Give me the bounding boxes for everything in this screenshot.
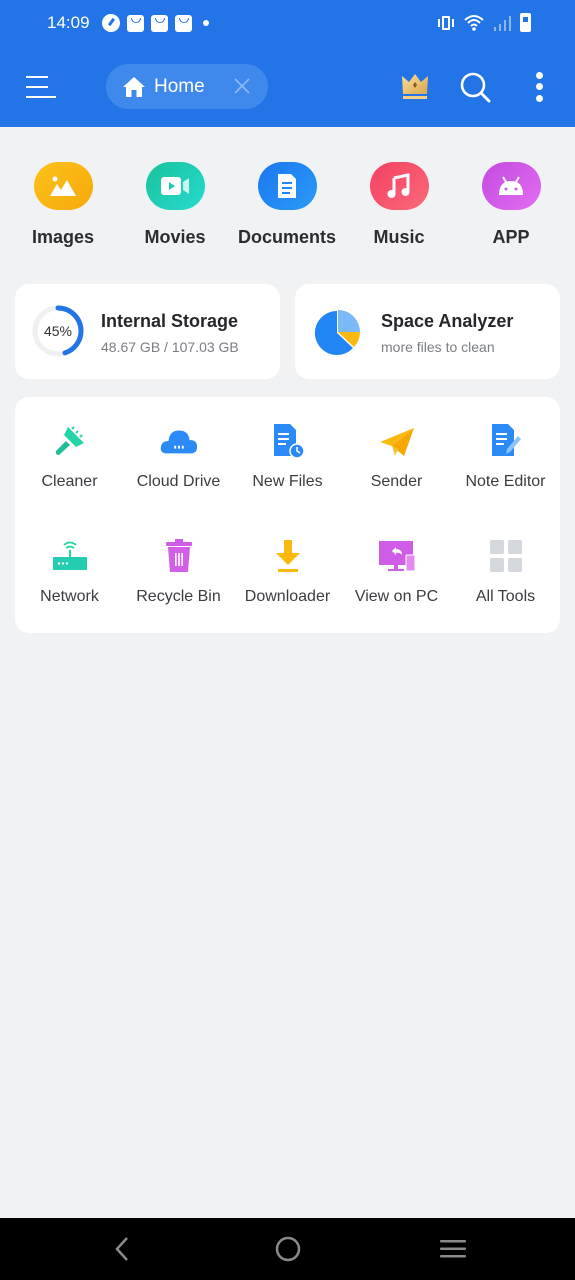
tool-note-editor[interactable]: Note Editor bbox=[451, 421, 560, 491]
speedometer-icon bbox=[102, 14, 120, 32]
image-icon bbox=[33, 162, 93, 210]
storage-usage-ring: 45% bbox=[31, 304, 85, 358]
back-icon[interactable] bbox=[108, 1235, 138, 1263]
tool-label: Downloader bbox=[244, 588, 331, 605]
category-label: Documents bbox=[237, 227, 336, 247]
new-files-icon bbox=[268, 421, 308, 461]
system-nav-bar bbox=[0, 1218, 575, 1280]
trash-icon bbox=[159, 536, 199, 576]
more-vert-icon[interactable] bbox=[530, 70, 548, 104]
status-bar: 14:09 bbox=[0, 0, 575, 48]
brush-icon bbox=[50, 421, 90, 461]
music-note-icon bbox=[369, 162, 429, 210]
category-images[interactable]: Images bbox=[7, 162, 119, 248]
shopping-bag-icon bbox=[151, 14, 168, 32]
tool-view-on-pc[interactable]: View on PC bbox=[342, 536, 451, 606]
analyzer-subtitle: more files to clean bbox=[381, 339, 495, 355]
tool-sender[interactable]: Sender bbox=[342, 421, 451, 491]
monitor-icon bbox=[377, 536, 417, 576]
tool-network[interactable]: Network bbox=[15, 536, 124, 606]
hamburger-menu-icon[interactable] bbox=[24, 74, 58, 102]
analyzer-title: Space Analyzer bbox=[381, 311, 514, 331]
category-label: APP bbox=[492, 227, 530, 247]
tool-cleaner[interactable]: Cleaner bbox=[15, 421, 124, 491]
wifi-icon bbox=[464, 14, 484, 31]
router-icon bbox=[50, 536, 90, 576]
category-music[interactable]: Music bbox=[343, 162, 455, 248]
vibrate-icon bbox=[438, 15, 454, 30]
category-app[interactable]: APP bbox=[455, 162, 567, 248]
tool-label: Note Editor bbox=[465, 473, 546, 490]
storage-usage-text: 48.67 GB / 107.03 GB bbox=[101, 339, 239, 355]
category-movies[interactable]: Movies bbox=[119, 162, 231, 248]
battery-icon bbox=[520, 13, 531, 32]
tool-new-files[interactable]: New Files bbox=[233, 421, 342, 491]
close-icon[interactable] bbox=[233, 76, 251, 96]
tool-label: Network bbox=[40, 588, 99, 605]
crown-premium-icon[interactable] bbox=[400, 72, 430, 100]
category-row: Images Movies Documents Music APP bbox=[0, 162, 575, 248]
app-bar: Home bbox=[0, 48, 575, 127]
recents-icon[interactable] bbox=[438, 1235, 468, 1263]
status-time: 14:09 bbox=[47, 13, 90, 32]
android-icon bbox=[481, 162, 541, 210]
tool-label: Cleaner bbox=[41, 473, 98, 490]
space-analyzer-card[interactable]: Space Analyzer more files to clean bbox=[295, 284, 560, 379]
system-icons bbox=[436, 13, 531, 32]
storage-title: Internal Storage bbox=[101, 311, 239, 331]
note-edit-icon bbox=[486, 421, 526, 461]
tab-home[interactable]: Home bbox=[106, 64, 268, 109]
tool-all-tools[interactable]: All Tools bbox=[451, 536, 560, 606]
grid-icon bbox=[486, 536, 526, 576]
internal-storage-card[interactable]: 45% Internal Storage 48.67 GB / 107.03 G… bbox=[15, 284, 280, 379]
tool-recycle-bin[interactable]: Recycle Bin bbox=[124, 536, 233, 606]
document-icon bbox=[257, 162, 317, 210]
shopping-bag-icon bbox=[127, 14, 144, 32]
tools-grid: Cleaner Cloud Drive New Files Sender Not… bbox=[15, 397, 560, 633]
category-label: Images bbox=[31, 227, 95, 247]
tool-label: Cloud Drive bbox=[136, 473, 221, 490]
shopping-bag-icon bbox=[175, 14, 192, 32]
category-documents[interactable]: Documents bbox=[231, 162, 343, 248]
pie-chart-icon bbox=[314, 310, 360, 355]
home-circle-icon[interactable] bbox=[273, 1235, 303, 1263]
tool-label: View on PC bbox=[354, 588, 439, 605]
download-icon bbox=[268, 536, 308, 576]
home-icon bbox=[123, 76, 145, 97]
cloud-icon bbox=[159, 421, 199, 461]
tool-label: Recycle Bin bbox=[136, 588, 221, 605]
notification-icons bbox=[102, 14, 209, 32]
tool-label: New Files bbox=[252, 473, 323, 490]
tab-home-label: Home bbox=[154, 75, 205, 97]
category-label: Movies bbox=[144, 227, 206, 247]
signal-icon bbox=[494, 15, 511, 31]
paper-plane-icon bbox=[377, 421, 417, 461]
tool-label: All Tools bbox=[475, 588, 536, 605]
category-label: Music bbox=[373, 227, 425, 247]
more-notifications-dot-icon bbox=[203, 20, 209, 26]
tool-cloud-drive[interactable]: Cloud Drive bbox=[124, 421, 233, 491]
storage-percent: 45% bbox=[43, 323, 73, 339]
tool-label: Sender bbox=[370, 473, 423, 490]
tool-downloader[interactable]: Downloader bbox=[233, 536, 342, 606]
search-icon[interactable] bbox=[458, 70, 492, 104]
video-icon bbox=[145, 162, 205, 210]
